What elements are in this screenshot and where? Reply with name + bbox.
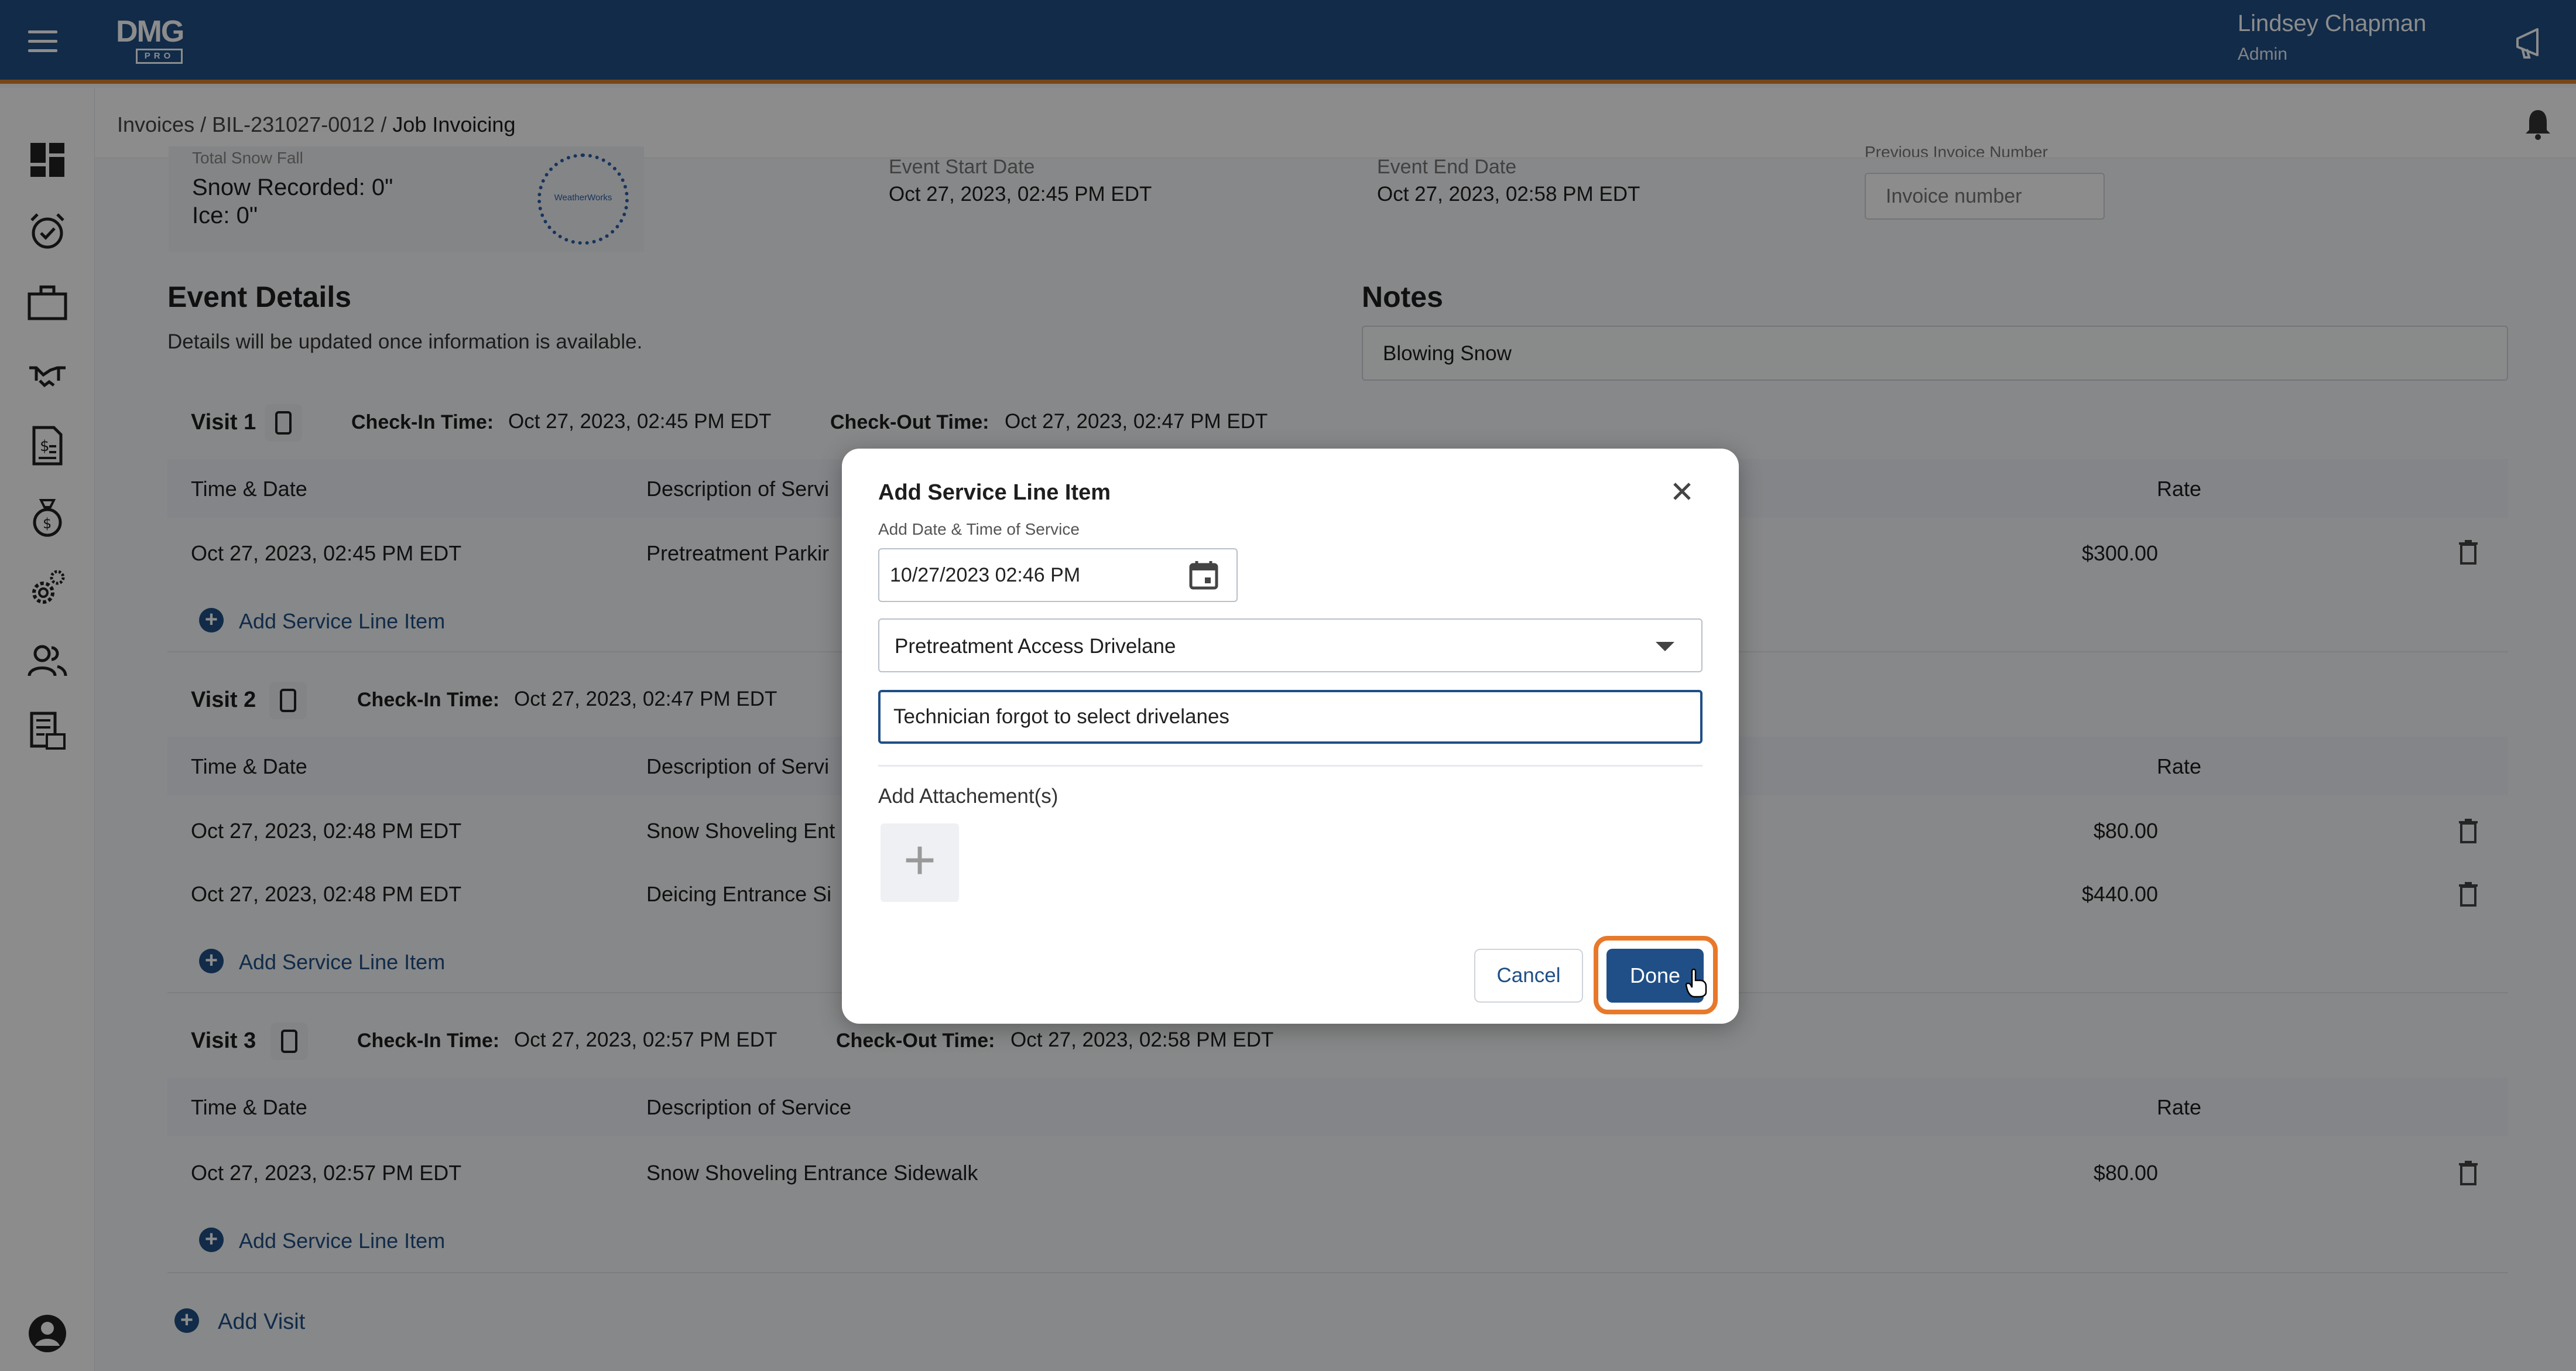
chevron-down-icon[interactable] [1656, 642, 1674, 651]
close-icon[interactable] [1667, 477, 1697, 506]
cancel-button[interactable]: Cancel [1474, 949, 1583, 1003]
hand-cursor-icon [1685, 969, 1707, 998]
divider [878, 765, 1703, 767]
description-input[interactable] [878, 690, 1703, 744]
date-time-label: Add Date & Time of Service [878, 520, 1080, 538]
attachments-label: Add Attachement(s) [878, 785, 1059, 808]
add-service-line-item-dialog: Add Service Line Item Add Date & Time of… [842, 449, 1739, 1024]
service-select[interactable]: Pretreatment Access Drivelane [878, 618, 1703, 672]
add-attachment-button[interactable]: + [881, 823, 959, 902]
dialog-title: Add Service Line Item [878, 480, 1111, 505]
date-time-input[interactable] [878, 548, 1238, 602]
calendar-icon[interactable] [1187, 559, 1220, 592]
